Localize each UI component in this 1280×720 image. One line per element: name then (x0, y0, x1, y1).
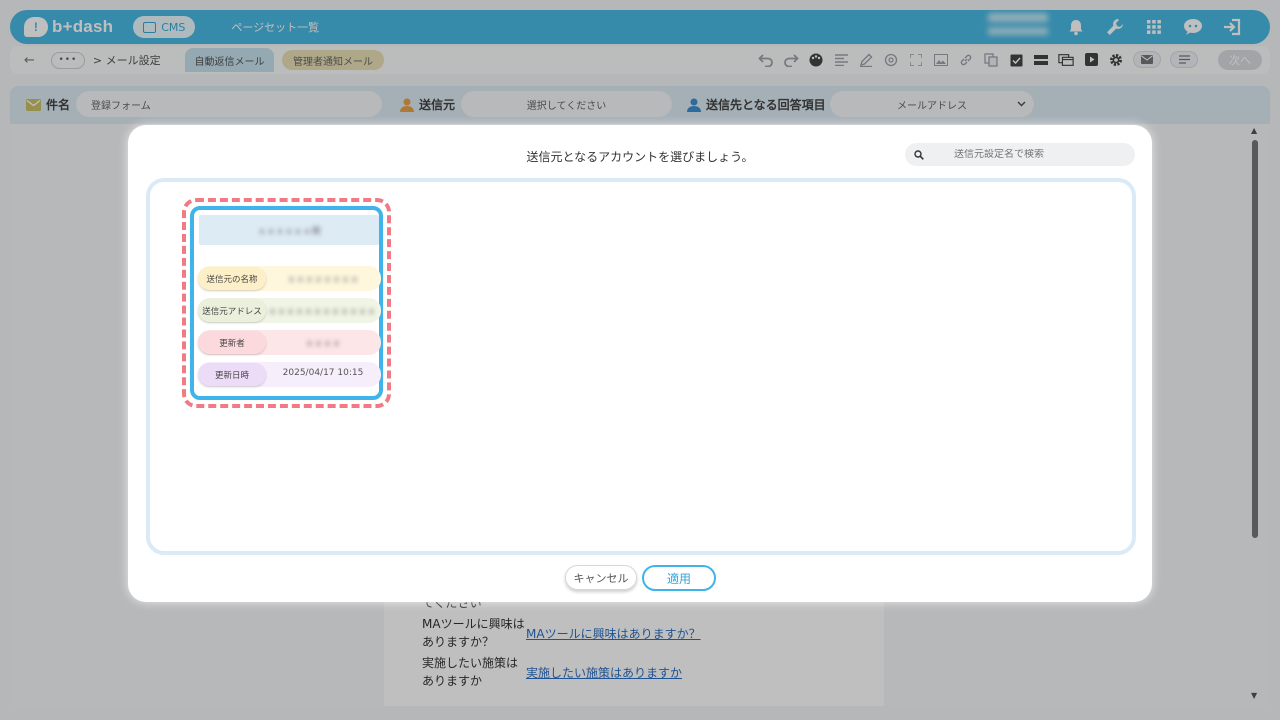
card-row-label: 更新者 (198, 331, 266, 354)
account-card-list: ｘｘｘｘｘｘ用 送信元の名称 ｘｘｘｘｘｘｘｘ 送信元アドレス ｘｘｘｘｘｘｘｘ… (146, 178, 1136, 555)
account-search-input[interactable] (954, 149, 1114, 160)
card-row-label: 送信元の名称 (198, 267, 266, 290)
card-row-value: ｘｘｘｘｘｘｘｘｘｘｘｘｘｘｘ... (268, 307, 378, 317)
card-row-sender-address: 送信元アドレス ｘｘｘｘｘｘｘｘｘｘｘｘｘｘｘ... (198, 298, 381, 323)
card-row-label: 送信元アドレス (198, 299, 266, 322)
card-row-updated-by: 更新者 ｘｘｘｘ (198, 330, 381, 355)
card-row-value: 2025/04/17 10:15 (282, 368, 364, 378)
card-title: ｘｘｘｘｘｘ用 (199, 215, 379, 245)
card-row-value: ｘｘｘｘ (304, 339, 341, 349)
card-row-sender-name: 送信元の名称 ｘｘｘｘｘｘｘｘ (198, 266, 381, 291)
apply-button[interactable]: 適用 (642, 565, 716, 591)
card-row-value: ｘｘｘｘｘｘｘｘ (286, 275, 359, 285)
account-search-box[interactable] (905, 143, 1135, 166)
search-icon (914, 149, 924, 160)
card-row-updated-at: 更新日時 2025/04/17 10:15 (198, 362, 381, 387)
card-row-label: 更新日時 (198, 363, 266, 386)
card-highlight-outline: ｘｘｘｘｘｘ用 送信元の名称 ｘｘｘｘｘｘｘｘ 送信元アドレス ｘｘｘｘｘｘｘｘ… (182, 198, 391, 408)
sender-account-modal: 送信元となるアカウントを選びましょう。 ｘｘｘｘｘｘ用 送信元の名称 ｘｘｘｘｘ… (128, 125, 1152, 602)
sender-account-card[interactable]: ｘｘｘｘｘｘ用 送信元の名称 ｘｘｘｘｘｘｘｘ 送信元アドレス ｘｘｘｘｘｘｘｘ… (190, 206, 383, 400)
cancel-button[interactable]: キャンセル (565, 565, 637, 590)
card-title-text: ｘｘｘｘｘｘ用 (257, 226, 321, 237)
